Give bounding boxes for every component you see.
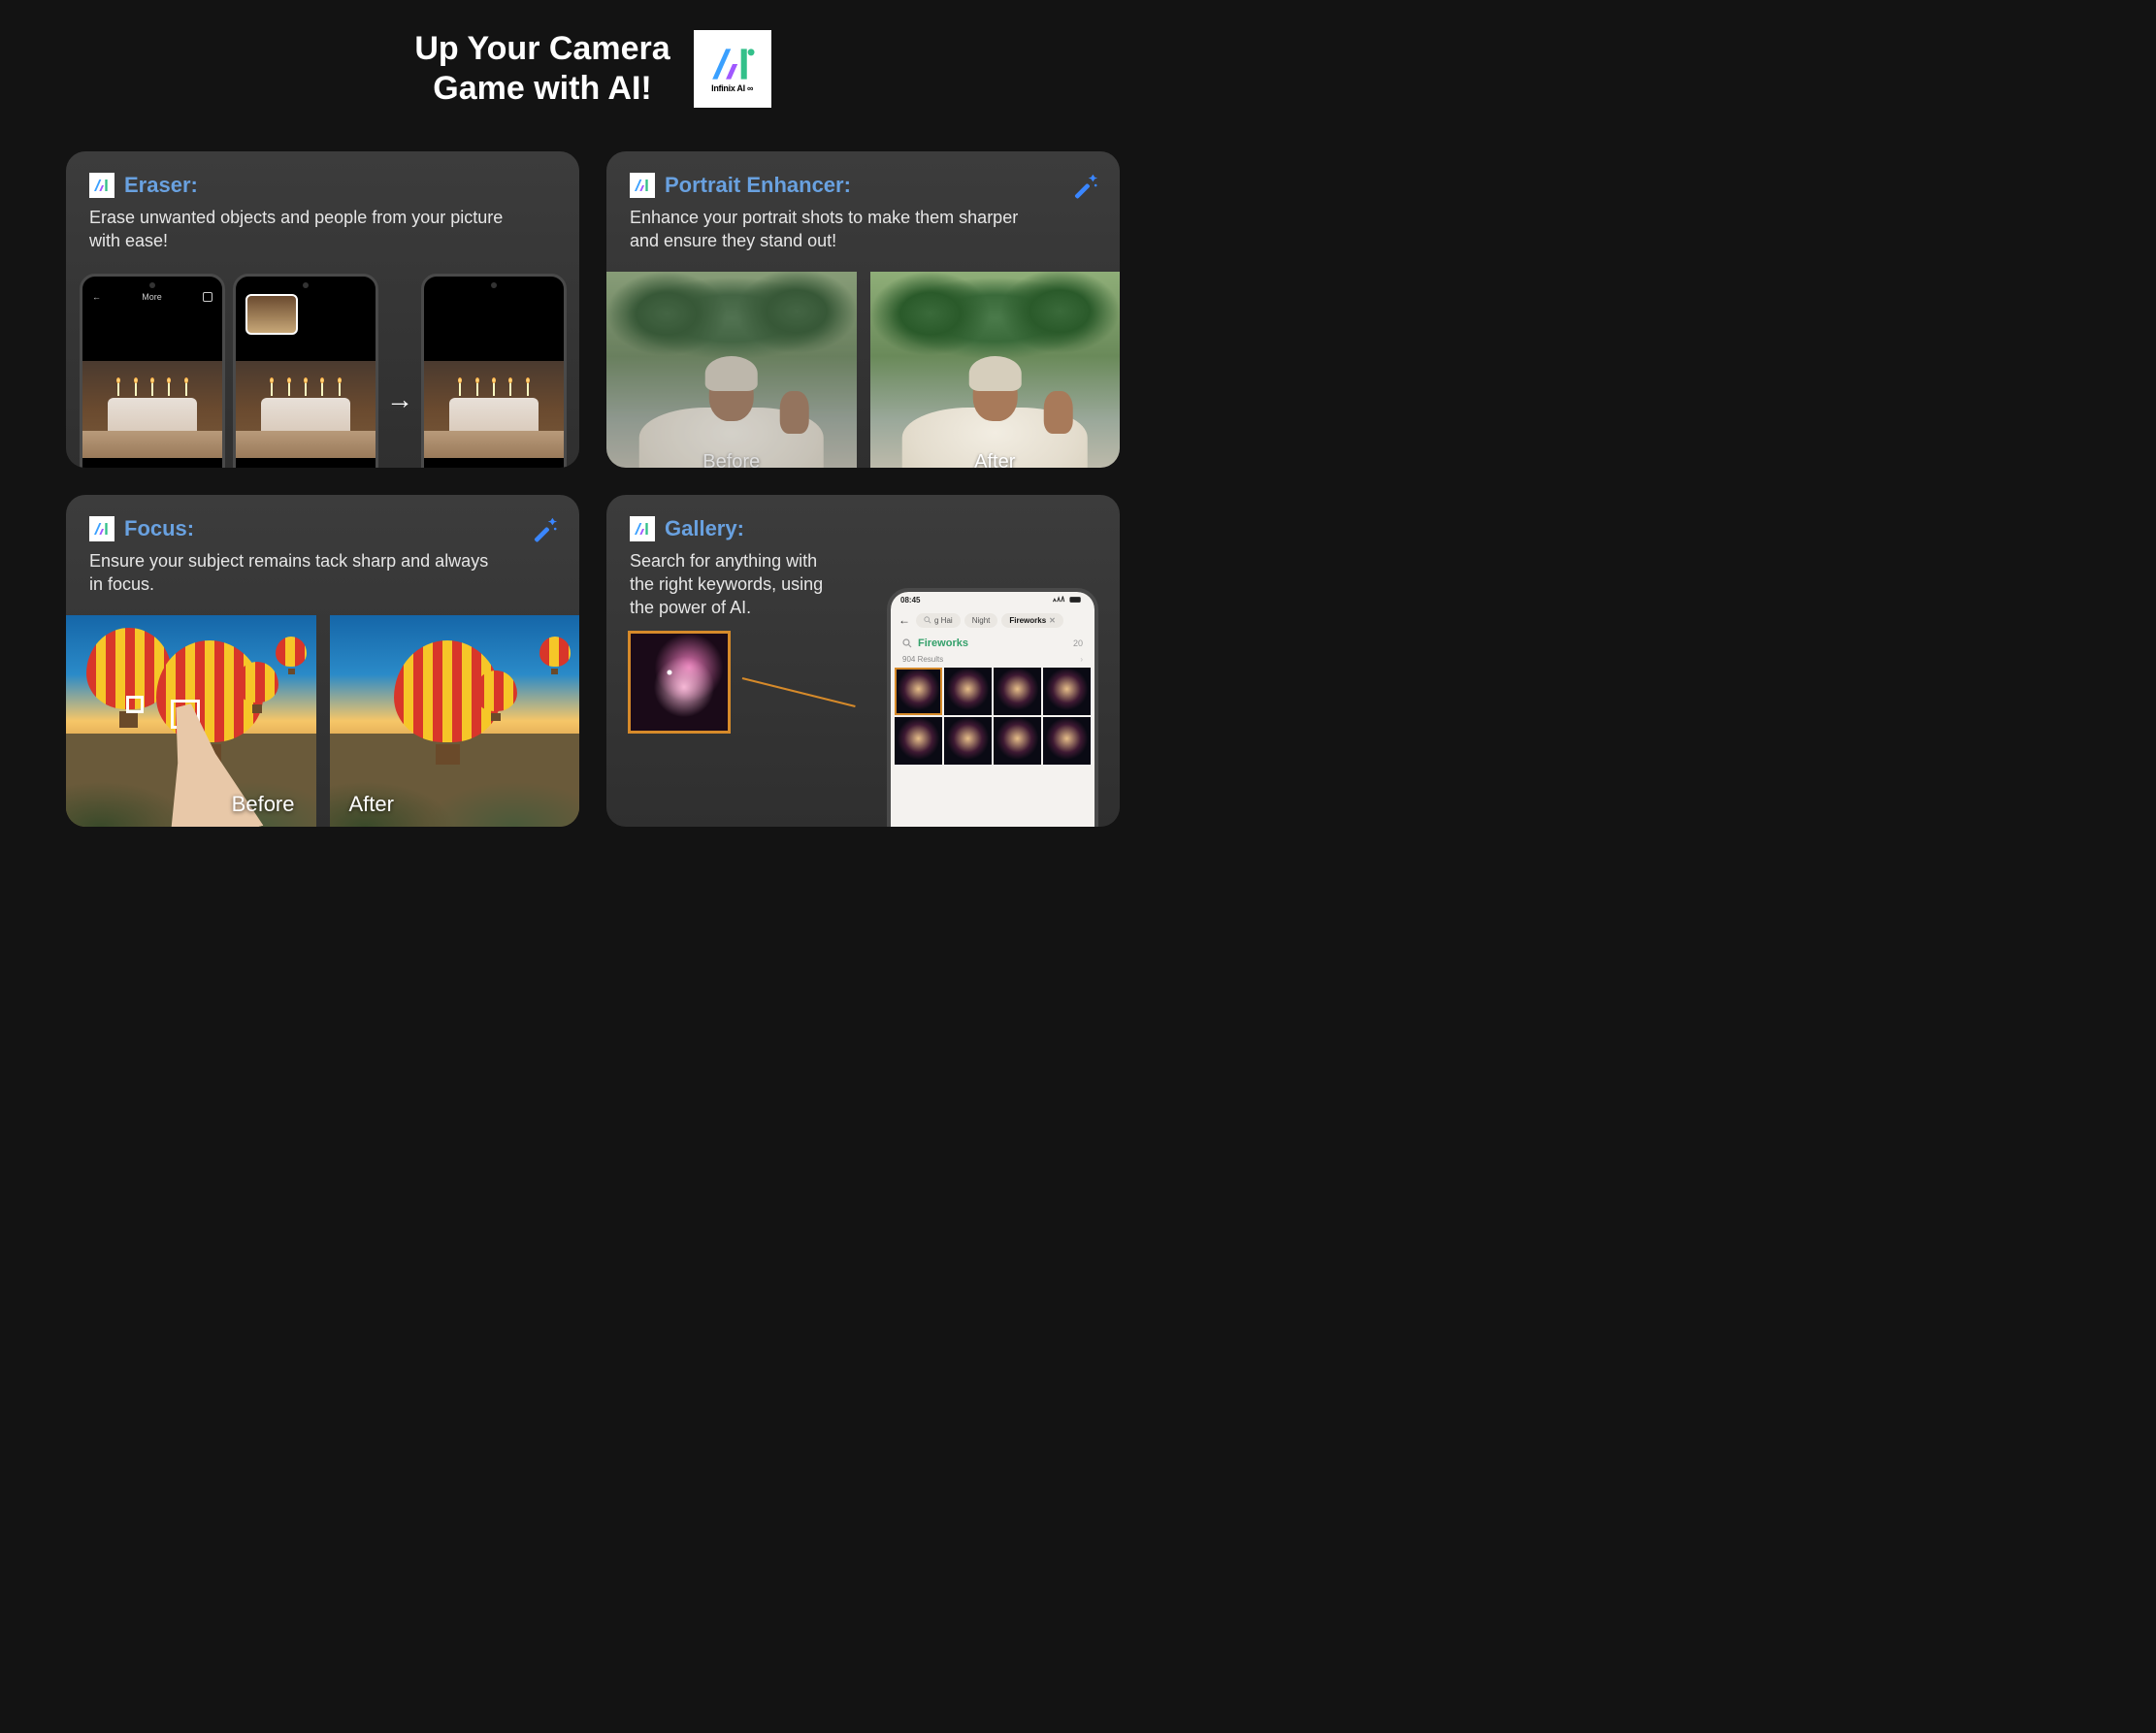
ai-badge-subtext: Infinix AI ∞ — [711, 83, 753, 93]
result-thumb[interactable] — [895, 668, 942, 715]
ai-badge-small — [630, 516, 655, 541]
search-count: 20 — [1073, 638, 1083, 648]
feature-grid: Eraser: Erase unwanted objects and peopl… — [0, 151, 1186, 827]
before-label: Before — [702, 451, 760, 467]
callout-line — [742, 677, 856, 707]
search-chip-bar: ← g Hai Night Fireworks ✕ — [891, 609, 1094, 632]
portrait-before: Before — [606, 272, 857, 467]
magic-wand-icon — [529, 514, 558, 543]
chevron-right-icon[interactable]: › — [1080, 655, 1083, 664]
after-label: After — [349, 792, 394, 817]
search-term: Fireworks — [918, 638, 1067, 649]
card-header: Portrait Enhancer: — [630, 173, 1096, 198]
card-portrait: Portrait Enhancer: Enhance your portrait… — [606, 151, 1120, 468]
results-text: 904 Results — [902, 655, 943, 664]
card-gallery: Gallery: Search for anything with the ri… — [606, 495, 1120, 827]
ai-badge: Infinix AI ∞ — [694, 30, 771, 108]
page-title: Up Your Camera Game with AI! — [414, 29, 670, 109]
result-thumb[interactable] — [1043, 668, 1091, 715]
status-icons — [1052, 596, 1085, 605]
results-grid — [891, 668, 1094, 765]
phone-notch — [303, 282, 309, 288]
chip-label: Night — [972, 616, 991, 625]
portrait-after: After — [870, 272, 1121, 467]
title-line1: Up Your Camera — [414, 29, 670, 69]
portrait-compare-row: Before After — [606, 272, 1120, 467]
status-bar: 08:45 — [891, 592, 1094, 609]
gallery-body: 08:45 ← g Hai — [628, 588, 1098, 827]
before-label: Before — [232, 792, 295, 817]
chip-label: Fireworks — [1009, 616, 1046, 625]
portrait-desc: Enhance your portrait shots to make them… — [630, 206, 1047, 253]
focus-after: After — [330, 615, 580, 826]
focus-desc: Ensure your subject remains tack sharp a… — [89, 549, 506, 597]
result-thumb[interactable] — [994, 668, 1041, 715]
phone-notch — [491, 282, 497, 288]
cake-photo — [236, 361, 376, 458]
after-label: After — [974, 451, 1015, 467]
chip-night[interactable]: Night — [964, 613, 998, 628]
card-header: Eraser: — [89, 173, 556, 198]
chip-label: g Hai — [934, 616, 953, 625]
search-hint-chip[interactable]: g Hai — [916, 613, 961, 628]
chip-close-icon[interactable]: ✕ — [1049, 616, 1056, 625]
results-label: 904 Results › — [891, 651, 1094, 668]
portrait-title: Portrait Enhancer: — [665, 173, 851, 198]
focus-before: Before — [66, 615, 316, 826]
phone-topbar: ← More — [92, 292, 212, 302]
card-header: Gallery: — [630, 516, 1096, 541]
eraser-phone-after — [421, 274, 567, 467]
result-thumb[interactable] — [1043, 717, 1091, 765]
focus-box-icon — [126, 696, 144, 713]
cake-photo — [424, 361, 564, 458]
back-icon[interactable]: ← — [898, 613, 910, 627]
eraser-phones-row: ← More → — [80, 274, 566, 467]
result-thumb[interactable] — [895, 717, 942, 765]
eraser-phone-select — [233, 274, 378, 467]
search-icon — [902, 638, 912, 648]
settings-square-icon[interactable] — [203, 292, 212, 302]
ai-logo-icon — [633, 521, 652, 537]
phone-notch — [149, 282, 155, 288]
focus-compare-row: Before After — [66, 615, 579, 826]
status-time: 08:45 — [900, 596, 920, 605]
ai-badge-small — [630, 173, 655, 198]
focus-title: Focus: — [124, 516, 194, 541]
firework-callout-thumb — [628, 631, 731, 734]
eraser-phone-before: ← More — [80, 274, 225, 467]
magic-wand-icon — [1069, 171, 1098, 200]
ai-badge-small — [89, 516, 114, 541]
search-icon — [924, 616, 931, 624]
result-thumb[interactable] — [944, 717, 992, 765]
eraser-title: Eraser: — [124, 173, 198, 198]
ai-logo-icon — [633, 178, 652, 193]
arrow-right-icon: → — [386, 384, 413, 415]
eraser-desc: Erase unwanted objects and people from y… — [89, 206, 506, 253]
result-thumb[interactable] — [944, 668, 992, 715]
card-focus: Focus: Ensure your subject remains tack … — [66, 495, 579, 827]
gallery-phone: 08:45 ← g Hai — [887, 588, 1098, 827]
page-header: Up Your Camera Game with AI! Infinix AI … — [0, 29, 1186, 109]
chip-fireworks[interactable]: Fireworks ✕ — [1001, 613, 1063, 628]
cake-photo — [82, 361, 222, 458]
ai-logo-icon — [92, 178, 112, 193]
ai-logo-icon — [92, 521, 112, 537]
gallery-phone-screen: 08:45 ← g Hai — [891, 592, 1094, 827]
card-header: Focus: — [89, 516, 556, 541]
ai-logo-icon — [707, 45, 758, 83]
result-thumb[interactable] — [994, 717, 1041, 765]
back-icon[interactable]: ← — [92, 292, 101, 302]
title-line2: Game with AI! — [414, 69, 670, 109]
gallery-title: Gallery: — [665, 516, 744, 541]
signal-battery-icon — [1052, 596, 1085, 604]
selection-thumbnail[interactable] — [245, 294, 298, 335]
card-eraser: Eraser: Erase unwanted objects and peopl… — [66, 151, 579, 468]
phone-topbar-label: More — [142, 292, 162, 302]
ai-badge-small — [89, 173, 114, 198]
search-row[interactable]: Fireworks 20 — [891, 632, 1094, 651]
